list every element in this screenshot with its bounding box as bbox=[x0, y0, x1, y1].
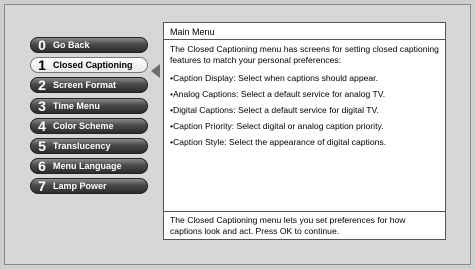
menu-item-label: Lamp Power bbox=[53, 181, 107, 192]
divider bbox=[164, 39, 445, 40]
panel-bullet: •Digital Captions: Select a default serv… bbox=[170, 105, 379, 115]
menu-item-label: Screen Format bbox=[53, 80, 117, 91]
menu-item-number: 6 bbox=[38, 158, 46, 175]
menu-item-number: 7 bbox=[38, 178, 46, 195]
selection-pointer-icon bbox=[151, 64, 160, 78]
menu-item-color-scheme[interactable]: 4 Color Scheme bbox=[30, 117, 148, 134]
panel-body: The Closed Captioning menu has screens f… bbox=[170, 44, 439, 153]
menu-item-label: Translucency bbox=[53, 140, 111, 151]
menu-item-menu-language[interactable]: 6 Menu Language bbox=[30, 158, 148, 175]
divider bbox=[164, 211, 445, 212]
menu-item-number: 5 bbox=[38, 137, 46, 154]
menu-item-number: 2 bbox=[38, 77, 46, 94]
menu-item-label: Time Menu bbox=[53, 100, 100, 111]
panel-title: Main Menu bbox=[170, 27, 215, 37]
panel-bullet: •Caption Style: Select the appearance of… bbox=[170, 137, 387, 147]
menu-item-label: Go Back bbox=[53, 40, 90, 50]
panel-footer: The Closed Captioning menu lets you set … bbox=[170, 215, 406, 236]
menu-item-closed-captioning[interactable]: 1 Closed Captioning bbox=[30, 57, 148, 74]
panel-bullet: •Analog Captions: Select a default servi… bbox=[170, 89, 386, 99]
menu-item-label: Closed Captioning bbox=[53, 60, 133, 71]
menu-item-number: 0 bbox=[38, 37, 46, 53]
panel-intro: The Closed Captioning menu has screens f… bbox=[170, 44, 439, 65]
menu-item-number: 1 bbox=[38, 57, 46, 74]
menu-item-number: 4 bbox=[38, 117, 46, 134]
menu-item-time-menu[interactable]: 3 Time Menu bbox=[30, 97, 148, 114]
info-panel: Main Menu The Closed Captioning menu has… bbox=[163, 22, 446, 240]
menu-item-label: Menu Language bbox=[53, 161, 122, 172]
menu-item-translucency[interactable]: 5 Translucency bbox=[30, 137, 148, 154]
panel-bullet: •Caption Priority: Select digital or ana… bbox=[170, 121, 384, 131]
panel-bullet: •Caption Display: Select when captions s… bbox=[170, 73, 378, 83]
menu-item-number: 3 bbox=[38, 97, 46, 114]
menu-item-label: Color Scheme bbox=[53, 120, 114, 131]
menu-item-screen-format[interactable]: 2 Screen Format bbox=[30, 77, 148, 94]
menu-item-go-back[interactable]: 0 Go Back bbox=[30, 37, 148, 53]
menu-item-lamp-power[interactable]: 7 Lamp Power bbox=[30, 178, 148, 195]
main-menu: 0 Go Back 1 Closed Captioning 2 Screen F… bbox=[30, 37, 148, 199]
